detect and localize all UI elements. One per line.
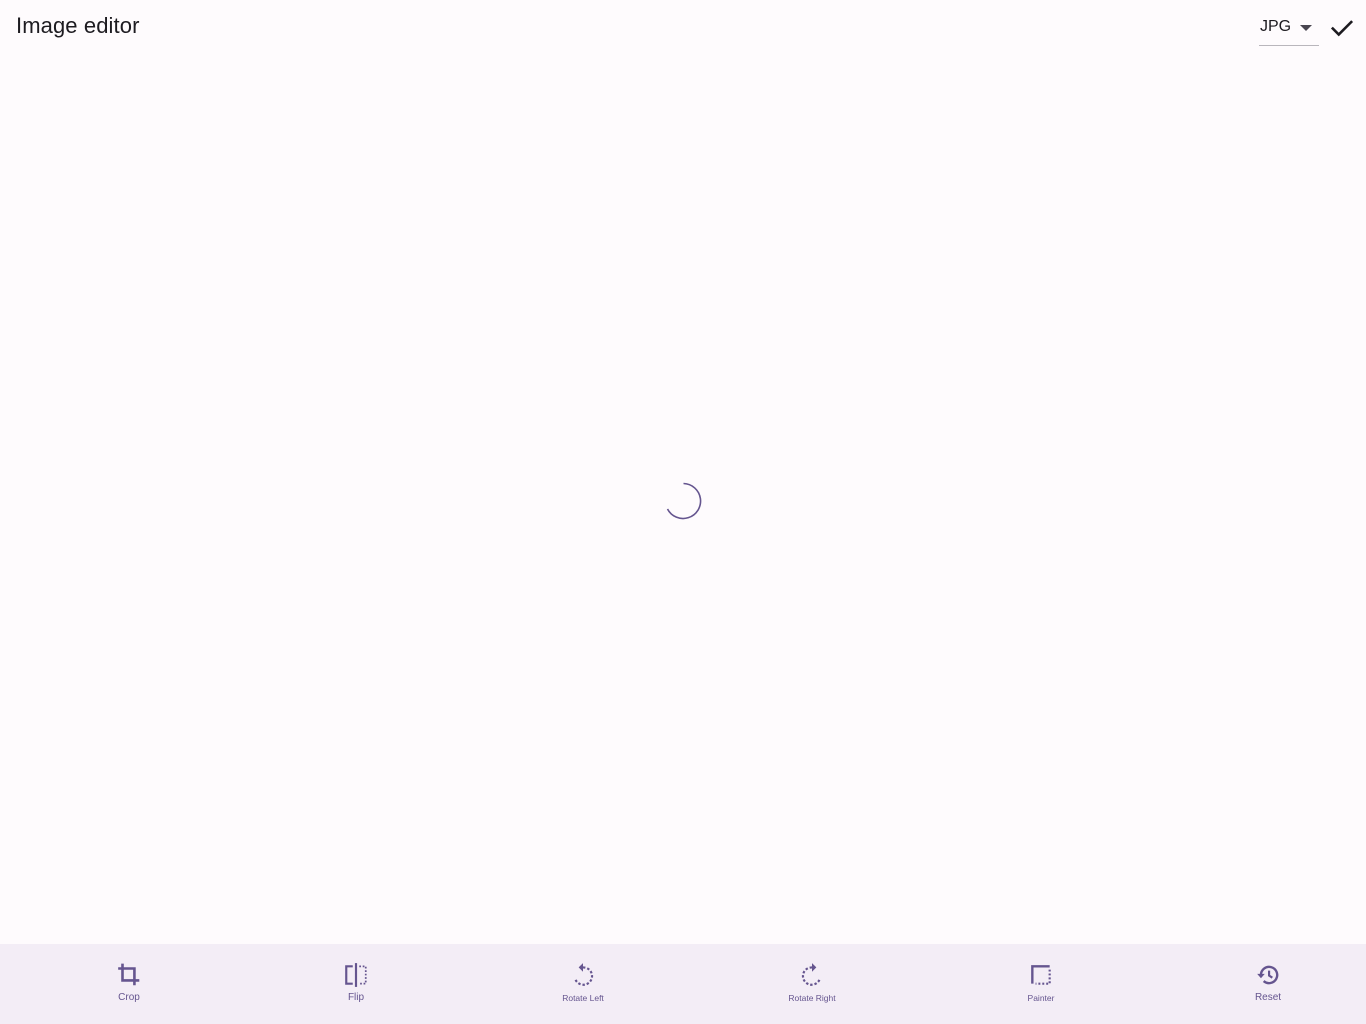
format-dropdown-value: JPG xyxy=(1260,18,1292,35)
rotate-left-label: Rotate Left xyxy=(562,993,604,1003)
rotate-right-label: Rotate Right xyxy=(788,993,836,1003)
app-bar: Image editor JPG xyxy=(0,0,1366,56)
rotate-right-icon xyxy=(801,963,822,986)
check-icon[interactable] xyxy=(1329,15,1355,41)
reset-button[interactable]: Reset xyxy=(1218,962,1318,1012)
crop-label: Crop xyxy=(118,992,140,1003)
image-editor-app: Image editor JPG Crop Flip Rotate Left R… xyxy=(0,0,1366,1024)
crop-icon xyxy=(118,963,140,986)
painter-label: Painter xyxy=(1027,993,1055,1003)
reset-label: Reset xyxy=(1254,992,1282,1003)
editor-toolbar: Crop Flip Rotate Left Rotate Right Paint… xyxy=(0,944,1366,1024)
painter-icon xyxy=(1031,965,1051,985)
flip-icon xyxy=(345,963,367,987)
rotate-left-icon xyxy=(573,963,594,986)
flip-label: Flip xyxy=(347,992,365,1003)
flip-button[interactable]: Flip xyxy=(306,962,406,1012)
arrow-drop-down-icon xyxy=(1300,25,1312,31)
rotate-right-button[interactable]: Rotate Right xyxy=(762,962,862,1012)
rotate-left-button[interactable]: Rotate Left xyxy=(533,962,633,1012)
history-icon xyxy=(1257,965,1279,985)
format-dropdown[interactable]: JPG xyxy=(1259,16,1319,46)
loading-spinner-icon xyxy=(666,482,702,520)
painter-button[interactable]: Painter xyxy=(991,962,1091,1012)
page-title: Image editor xyxy=(16,13,140,38)
crop-button[interactable]: Crop xyxy=(79,962,179,1012)
